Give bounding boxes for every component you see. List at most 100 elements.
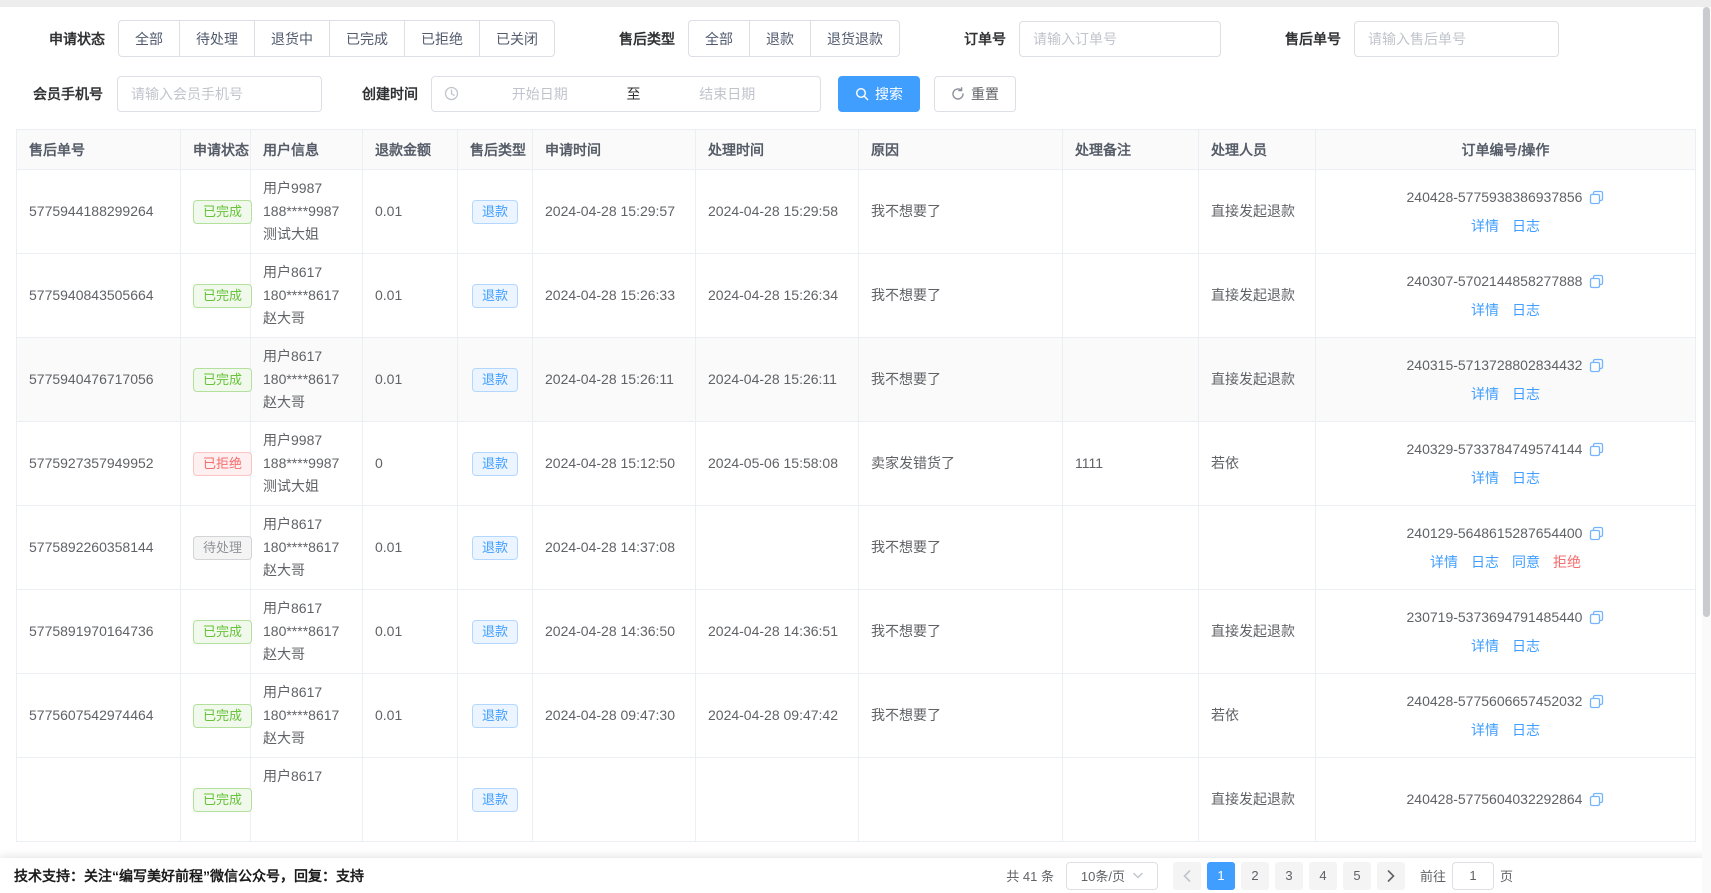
cell-handler: 直接发起退款 [1199,254,1316,338]
chevron-down-icon [1133,872,1143,879]
date-range-picker[interactable]: 至 [431,76,821,112]
refresh-icon [951,87,965,101]
search-button[interactable]: 搜索 [838,76,920,112]
table-row: 已完成 用户8617 退款 直接发起退款 240428-577560403229… [17,758,1696,842]
cell-handler: 若依 [1199,674,1316,758]
table-row: 5775891970164736 已完成 用户8617180****8617赵大… [17,590,1696,674]
log-link[interactable]: 日志 [1512,635,1540,658]
cell-order-ops: 240428-5775604032292864 [1316,758,1696,842]
detail-link[interactable]: 详情 [1471,467,1499,490]
detail-link[interactable]: 详情 [1430,551,1458,574]
end-date-input[interactable] [647,86,809,102]
table-row: 5775940843505664 已完成 用户8617180****8617赵大… [17,254,1696,338]
phone-input[interactable] [117,76,322,112]
col-handler: 处理人员 [1199,130,1316,170]
detail-link[interactable]: 详情 [1471,215,1499,238]
copy-icon[interactable] [1589,274,1604,289]
cell-remark: 1111 [1063,422,1199,506]
type-option-refund[interactable]: 退款 [749,20,811,57]
log-link[interactable]: 日志 [1512,383,1540,406]
status-option-all[interactable]: 全部 [118,20,180,57]
cell-handler: 直接发起退款 [1199,590,1316,674]
filter-panel: 申请状态 全部 待处理 退货中 已完成 已拒绝 已关闭 售后类型 全部 退款 退… [0,7,1711,112]
cell-handle-time: 2024-04-28 14:36:51 [696,590,859,674]
vertical-scrollbar[interactable] [1702,7,1711,893]
copy-icon[interactable] [1589,358,1604,373]
next-page-button[interactable] [1377,862,1405,890]
page-button-2[interactable]: 2 [1241,862,1269,890]
cell-amount: 0.01 [363,506,458,590]
order-no: 240315-5713728802834432 [1407,354,1583,377]
cell-remark [1063,506,1199,590]
table-row: 5775927357949952 已拒绝 用户9987188****9987测试… [17,422,1696,506]
copy-icon[interactable] [1589,526,1604,541]
order-no: 240428-5775938386937856 [1407,186,1583,209]
order-no-label: 订单号 [964,29,1006,49]
cell-reason: 我不想要了 [859,506,1063,590]
cell-handler: 若依 [1199,422,1316,506]
order-no: 240329-5733784749574144 [1407,438,1583,461]
detail-link[interactable]: 详情 [1471,299,1499,322]
page-button-3[interactable]: 3 [1275,862,1303,890]
col-user-info: 用户信息 [251,130,363,170]
copy-icon[interactable] [1589,190,1604,205]
search-icon [855,87,869,101]
cell-amount: 0 [363,422,458,506]
cell-handle-time: 2024-04-28 09:47:42 [696,674,859,758]
pagination: 共 41 条 10条/页 1 2 3 4 5 前往 页 [1006,862,1513,890]
order-no: 240428-5775604032292864 [1407,788,1583,811]
approve-link[interactable]: 同意 [1512,551,1540,574]
cell-user-info: 用户8617180****8617赵大哥 [251,590,363,674]
order-no-input[interactable] [1019,21,1221,57]
status-option-rejected[interactable]: 已拒绝 [404,20,480,57]
page-size-select[interactable]: 10条/页 [1066,862,1158,890]
copy-icon[interactable] [1589,792,1604,807]
reject-link[interactable]: 拒绝 [1553,551,1581,574]
detail-link[interactable]: 详情 [1471,635,1499,658]
chevron-right-icon [1387,870,1395,882]
cell-apply-time: 2024-04-28 14:36:50 [533,590,696,674]
goto-page-input[interactable] [1452,862,1494,890]
detail-link[interactable]: 详情 [1471,383,1499,406]
reset-button[interactable]: 重置 [934,76,1016,112]
log-link[interactable]: 日志 [1512,299,1540,322]
log-link[interactable]: 日志 [1512,719,1540,742]
table-row: 5775940476717056 已完成 用户8617180****8617赵大… [17,338,1696,422]
status-option-closed[interactable]: 已关闭 [479,20,555,57]
log-link[interactable]: 日志 [1512,215,1540,238]
status-option-pending[interactable]: 待处理 [179,20,255,57]
cell-amount: 0.01 [363,170,458,254]
prev-page-button[interactable] [1173,862,1201,890]
col-type: 售后类型 [458,130,533,170]
status-option-returning[interactable]: 退货中 [254,20,330,57]
page-button-5[interactable]: 5 [1343,862,1371,890]
copy-icon[interactable] [1589,694,1604,709]
copy-icon[interactable] [1589,610,1604,625]
cell-handle-time: 2024-04-28 15:29:58 [696,170,859,254]
cell-reason: 我不想要了 [859,170,1063,254]
copy-icon[interactable] [1589,442,1604,457]
cell-handler: 直接发起退款 [1199,338,1316,422]
status-badge: 已完成 [193,368,252,392]
chevron-left-icon [1183,870,1191,882]
type-option-all[interactable]: 全部 [688,20,750,57]
log-link[interactable]: 日志 [1512,467,1540,490]
type-option-return-refund[interactable]: 退货退款 [810,20,900,57]
scrollbar-thumb[interactable] [1703,7,1710,617]
type-badge: 退款 [472,452,518,476]
log-link[interactable]: 日志 [1471,551,1499,574]
cell-order-ops: 240315-5713728802834432 详情日志 [1316,338,1696,422]
start-date-input[interactable] [459,86,621,102]
service-no-input[interactable] [1354,21,1559,57]
cell-reason: 我不想要了 [859,674,1063,758]
page-button-4[interactable]: 4 [1309,862,1337,890]
tech-support-text: 技术支持：关注“编写美好前程”微信公众号，回复：支持 [0,866,364,886]
detail-link[interactable]: 详情 [1471,719,1499,742]
page-button-1[interactable]: 1 [1207,862,1235,890]
type-badge: 退款 [472,284,518,308]
top-strip [0,0,1711,7]
cell-apply-time: 2024-04-28 15:26:33 [533,254,696,338]
status-badge: 已完成 [193,284,252,308]
status-filter-group: 全部 待处理 退货中 已完成 已拒绝 已关闭 [118,20,555,57]
status-option-completed[interactable]: 已完成 [329,20,405,57]
